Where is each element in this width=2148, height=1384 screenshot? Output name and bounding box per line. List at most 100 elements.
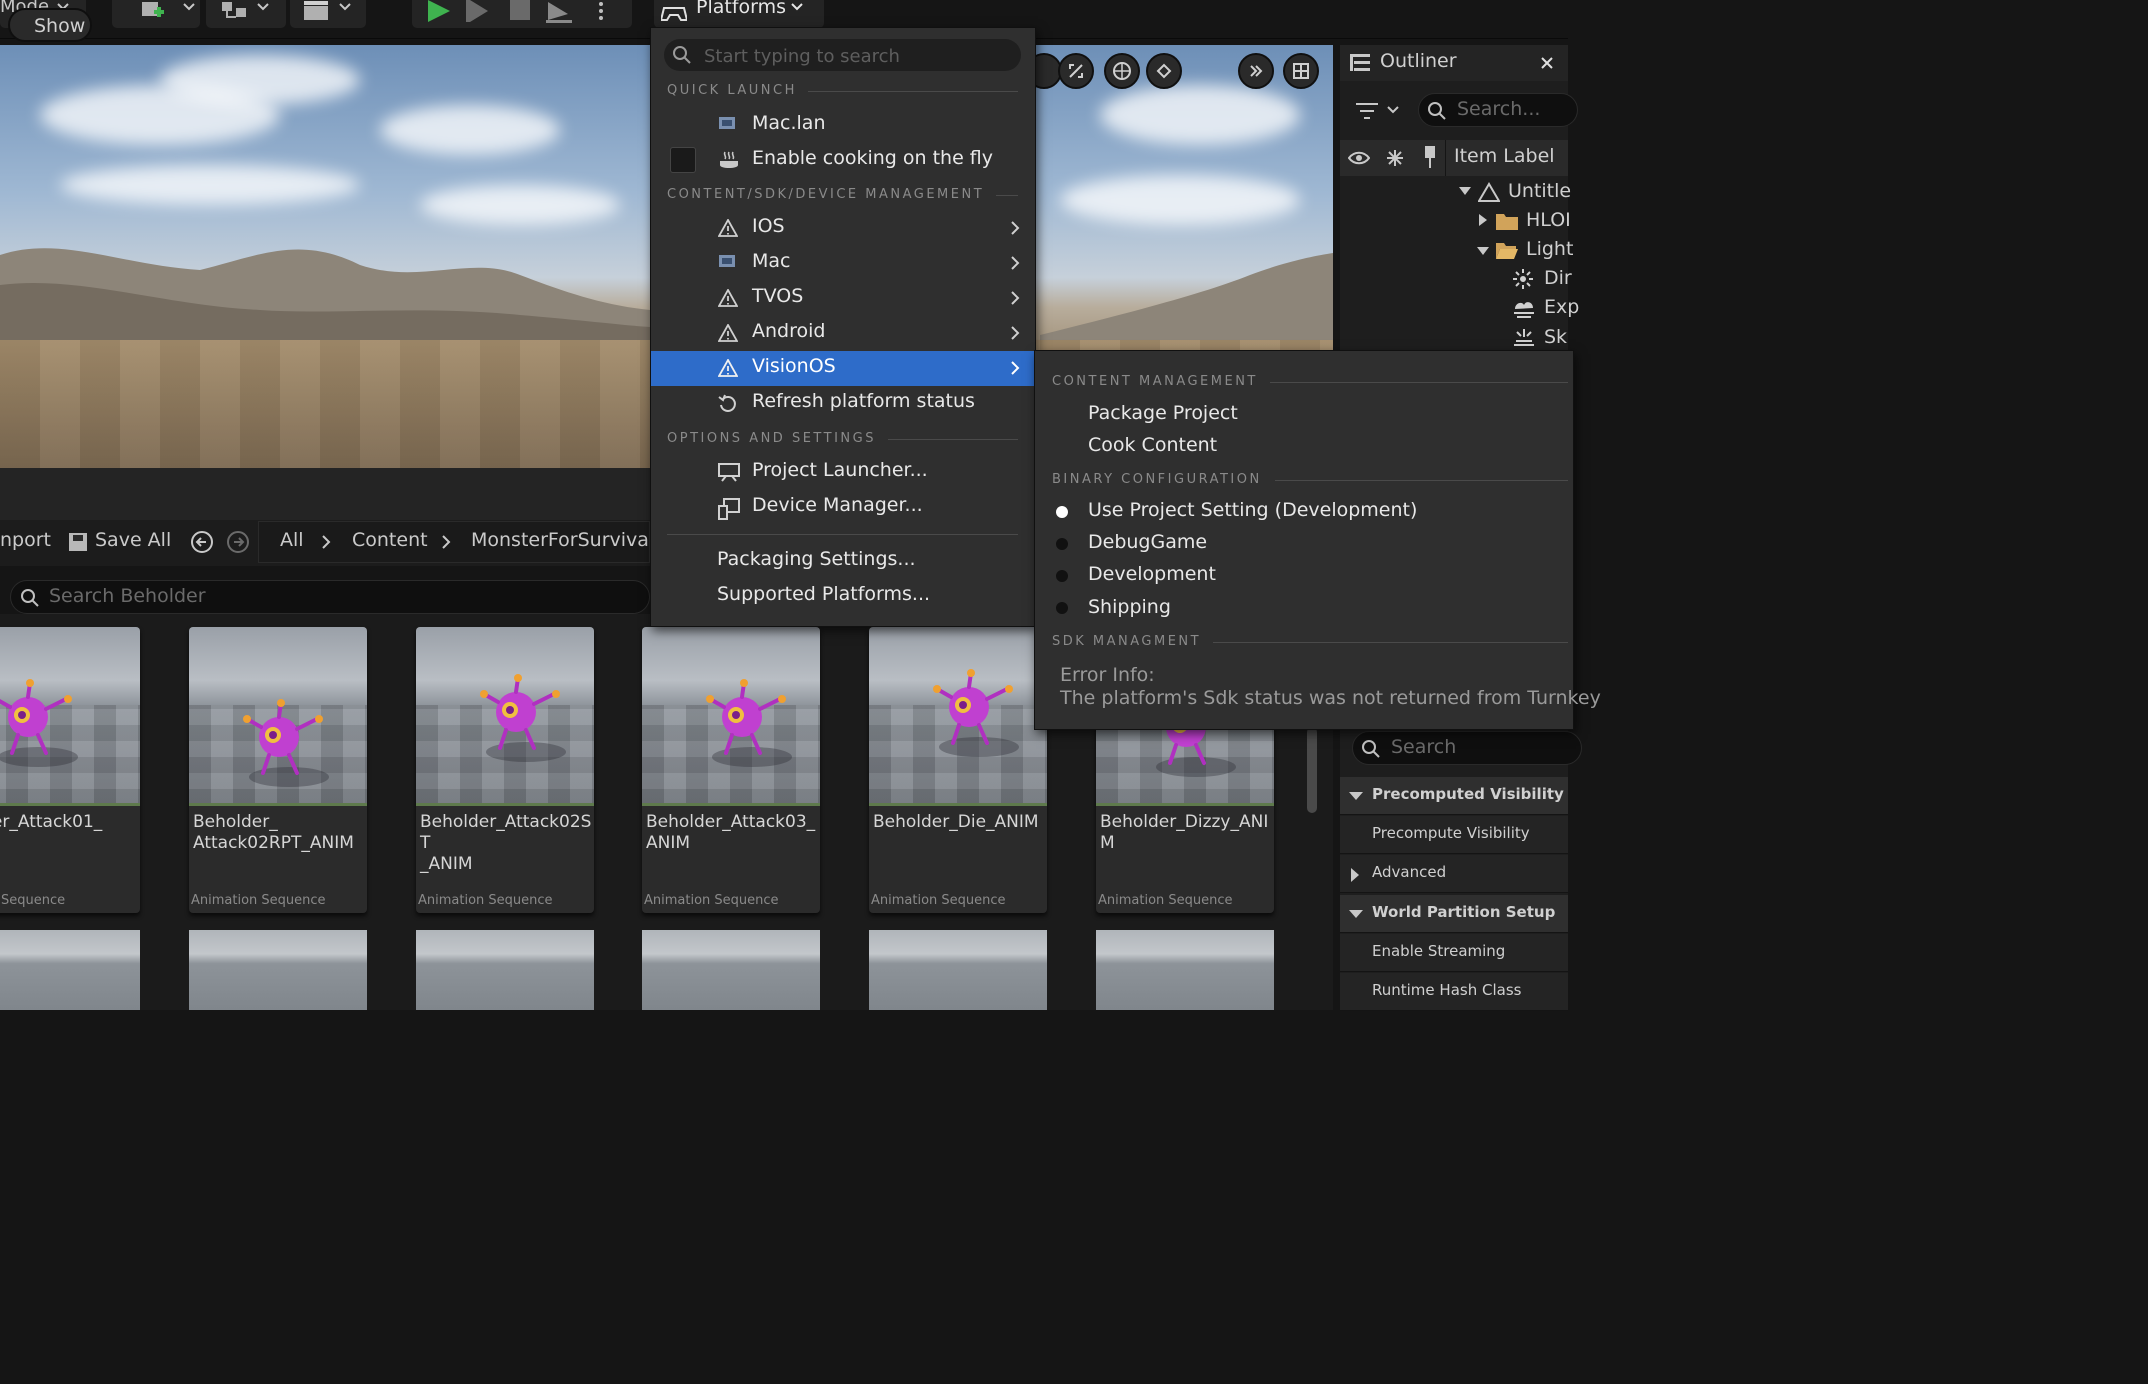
menu-search-field[interactable] [702, 41, 1006, 71]
asset-tile-row2[interactable] [642, 930, 820, 1010]
radio-unselected-icon[interactable] [1056, 570, 1068, 582]
category-precomputed-visibility[interactable]: Precomputed Visibility [1340, 777, 1568, 815]
details-search-input[interactable]: Search [1352, 731, 1582, 765]
cook-on-the-fly-checkbox[interactable] [670, 147, 696, 173]
eye-icon[interactable] [1348, 150, 1370, 166]
globe-icon[interactable] [1104, 53, 1140, 89]
asset-tile[interactable]: Beholder_Attack02ST _ANIM Animation Seque… [416, 627, 594, 913]
outliner-search-input[interactable]: Search... [1418, 93, 1578, 127]
outliner-row-sky-light[interactable]: Sk [1544, 326, 1567, 348]
maximize-icon[interactable] [1058, 53, 1094, 89]
clapperboard-icon [304, 1, 351, 20]
monster-figure [933, 669, 1019, 757]
content-browser-scrollbar[interactable] [1307, 727, 1317, 813]
blueprint-button[interactable] [206, 0, 286, 28]
asset-tile-row2[interactable] [0, 930, 140, 1010]
menu-item-packaging-settings[interactable]: Packaging Settings... [651, 544, 1034, 579]
eject-icon [548, 2, 568, 20]
cooking-pot-icon [720, 151, 738, 168]
menu-item-tvos[interactable]: TVOS [651, 281, 1034, 316]
asset-tile-row2[interactable] [416, 930, 594, 1010]
binary-option-debuggame[interactable]: DebugGame [1088, 531, 1207, 553]
play-controls [412, 0, 632, 28]
menu-search-input[interactable] [664, 39, 1021, 71]
filter-icon[interactable] [1356, 102, 1402, 120]
asset-tile-row2[interactable] [1096, 930, 1274, 1010]
cinematics-button[interactable] [290, 0, 366, 28]
asset-tile-row2[interactable] [869, 930, 1047, 1010]
more-options-icon[interactable] [1238, 53, 1274, 89]
step-icon [470, 0, 488, 22]
asset-tile[interactable]: Beholder_Die_ANIM Animation Sequence [869, 627, 1047, 913]
binary-option-shipping[interactable]: Shipping [1088, 596, 1171, 618]
package-project-item[interactable]: Package Project [1088, 402, 1238, 424]
binary-option-development[interactable]: Development [1088, 563, 1216, 585]
section-binary-configuration: BINARY CONFIGURATION [1052, 472, 1262, 487]
asset-tile[interactable]: older_Attack01_ M ation Sequence [0, 627, 140, 913]
binary-option-project-setting[interactable]: Use Project Setting (Development) [1088, 499, 1417, 521]
menu-item-device-manager[interactable]: Device Manager... [651, 490, 1034, 525]
pin-icon[interactable] [1422, 146, 1438, 168]
forward-icon[interactable] [226, 530, 250, 554]
menu-item-mac-lan[interactable]: Mac.lan [651, 108, 1034, 143]
collapse-arrow-icon [1351, 868, 1359, 882]
property-precompute-visibility[interactable]: Precompute Visibility [1340, 816, 1568, 854]
collapse-arrow-icon[interactable] [1478, 213, 1488, 227]
menu-item-refresh-platform-status[interactable]: Refresh platform status [651, 386, 1034, 421]
outliner-row-exponential-fog[interactable]: Exp [1544, 296, 1579, 318]
menu-item-cook-on-the-fly[interactable]: Enable cooking on the fly [700, 143, 1034, 178]
breadcrumb-all[interactable]: All [280, 529, 304, 551]
asset-type: Animation Sequence [644, 893, 779, 908]
add-actor-button[interactable] [112, 0, 200, 28]
asset-name: older_Attack01_ M [0, 812, 103, 832]
breadcrumb-content[interactable]: Content [352, 529, 428, 551]
outliner-icon [1350, 54, 1370, 71]
subcategory-advanced[interactable]: Advanced [1340, 855, 1568, 893]
outliner-row-level[interactable]: Untitle [1508, 180, 1571, 202]
outliner-row-directional-light[interactable]: Dir [1544, 267, 1572, 289]
menu-item-supported-platforms[interactable]: Supported Platforms... [651, 579, 1034, 614]
folder-open-icon [1496, 243, 1518, 259]
asset-name: Beholder_Attack03_ ANIM [646, 812, 816, 853]
expand-arrow-icon[interactable] [1458, 186, 1472, 196]
asset-tile-row2[interactable] [189, 930, 367, 1010]
radio-unselected-icon[interactable] [1056, 602, 1068, 614]
expand-arrow-icon[interactable] [1476, 246, 1490, 256]
cook-content-item[interactable]: Cook Content [1088, 434, 1217, 456]
menu-item-visionos[interactable]: VisionOS [651, 351, 1034, 386]
asset-tile[interactable]: Beholder_Attack03_ ANIM Animation Sequenc… [642, 627, 820, 913]
back-icon[interactable] [190, 530, 214, 554]
outliner-row-lighting[interactable]: Light [1526, 238, 1573, 260]
layout-icon[interactable] [1283, 53, 1319, 89]
radio-selected-icon[interactable] [1056, 506, 1068, 518]
item-label-column[interactable]: Item Label [1454, 145, 1555, 167]
category-world-partition-setup[interactable]: World Partition Setup [1340, 895, 1568, 933]
show-button[interactable]: Show [8, 8, 92, 42]
device-manager-icon [718, 498, 740, 520]
snap-icon[interactable] [1146, 53, 1182, 89]
platforms-button[interactable]: Platforms [654, 0, 824, 28]
breadcrumb-folder[interactable]: MonsterForSurvivalG [471, 529, 669, 551]
close-icon[interactable] [1540, 56, 1554, 70]
category-label: World Partition Setup [1372, 903, 1556, 921]
save-all-button[interactable]: Save All [95, 529, 171, 551]
radio-unselected-icon[interactable] [1056, 538, 1068, 550]
menu-item-ios[interactable]: IOS [651, 211, 1034, 246]
menu-item-project-launcher[interactable]: Project Launcher... [651, 455, 1034, 490]
star-icon[interactable] [1386, 149, 1404, 167]
outliner-row-hlod[interactable]: HLOI [1526, 209, 1571, 231]
asset-tile[interactable]: Beholder_ Attack02RPT_ANIM Animation Sequ… [189, 627, 367, 913]
expand-arrow-icon [1349, 792, 1363, 800]
property-enable-streaming[interactable]: Enable Streaming [1340, 934, 1568, 972]
property-runtime-hash-class[interactable]: Runtime Hash Class [1340, 973, 1568, 1011]
section-divider [1213, 642, 1568, 643]
asset-search-input[interactable]: Search Beholder [10, 580, 650, 614]
warning-icon [718, 324, 738, 342]
menu-item-mac[interactable]: Mac [651, 246, 1034, 281]
outliner-tab[interactable]: Outliner [1340, 45, 1568, 81]
menu-item-label: TVOS [752, 285, 804, 307]
import-button[interactable]: nport [0, 529, 51, 551]
menu-item-label: VisionOS [752, 355, 836, 377]
section-content-management: CONTENT MANAGEMENT [1052, 374, 1258, 389]
menu-item-android[interactable]: Android [651, 316, 1034, 351]
